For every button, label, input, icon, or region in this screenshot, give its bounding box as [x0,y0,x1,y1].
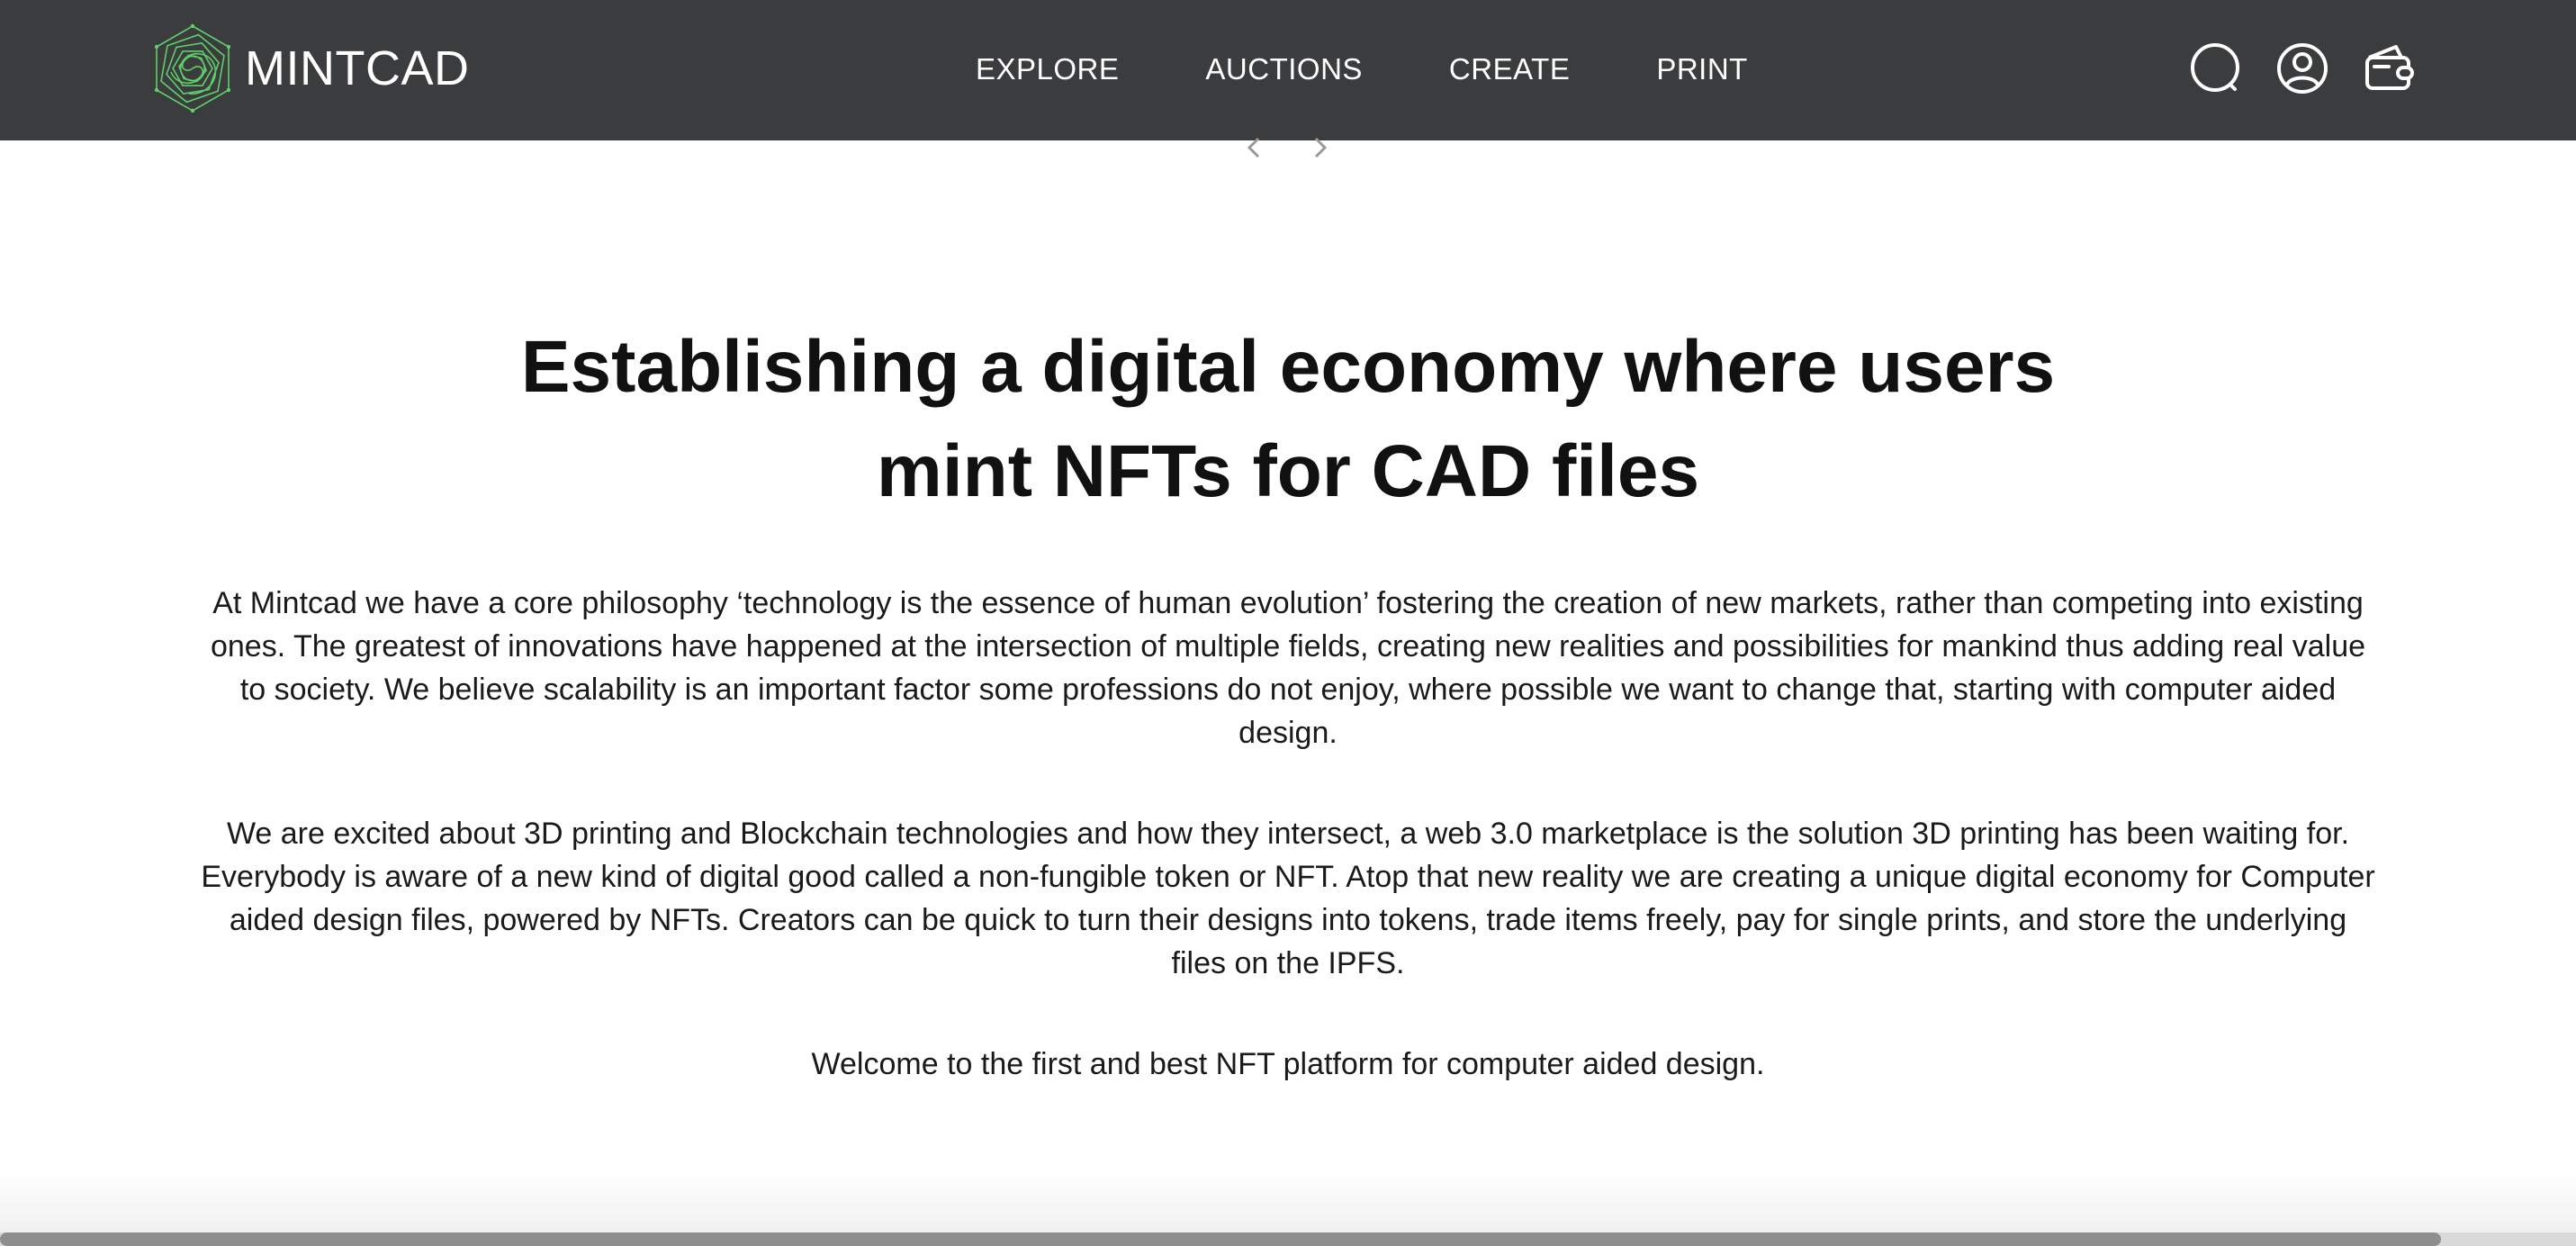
hexagon-spiral-logo-icon [154,23,231,113]
account-icon[interactable] [2275,41,2329,95]
nav-link-print[interactable]: PRINT [1656,52,1748,86]
carousel-controls [1240,133,1330,162]
about-paragraph-technology: We are excited about 3D printing and Blo… [201,817,2375,980]
headline-line-2: mint NFTs for CAD files [876,430,1700,512]
wallet-icon[interactable] [2362,41,2416,95]
top-navbar: MINTCAD EXPLORE AUCTIONS CREATE PRINT [0,0,2576,140]
section-fade [0,1170,2576,1233]
brand-name: MINTCAD [245,41,470,95]
about-headline: Establishing a digital economy where use… [388,315,2188,524]
nav-link-explore[interactable]: EXPLORE [976,52,1119,86]
scrollbar-thumb[interactable] [0,1232,2441,1246]
about-paragraph-philosophy: At Mintcad we have a core philosophy ‘te… [210,586,2366,750]
main-nav: EXPLORE AUCTIONS CREATE PRINT [976,47,1748,92]
brand-home-link[interactable]: MINTCAD [153,23,469,113]
nav-link-create[interactable]: CREATE [1449,52,1570,86]
chevron-left-icon[interactable] [1240,133,1267,162]
chevron-right-icon[interactable] [1307,133,1334,162]
about-paragraph-welcome: Welcome to the first and best NFT platfo… [811,1047,1765,1081]
nav-icon-group [2189,41,2416,95]
headline-line-1: Establishing a digital economy where use… [520,326,2056,408]
horizontal-scrollbar[interactable] [0,1232,2576,1246]
search-icon[interactable] [2189,41,2243,95]
about-section: At Mintcad we have a core philosophy ‘te… [198,582,2378,1143]
nav-link-auctions[interactable]: AUCTIONS [1205,52,1363,86]
